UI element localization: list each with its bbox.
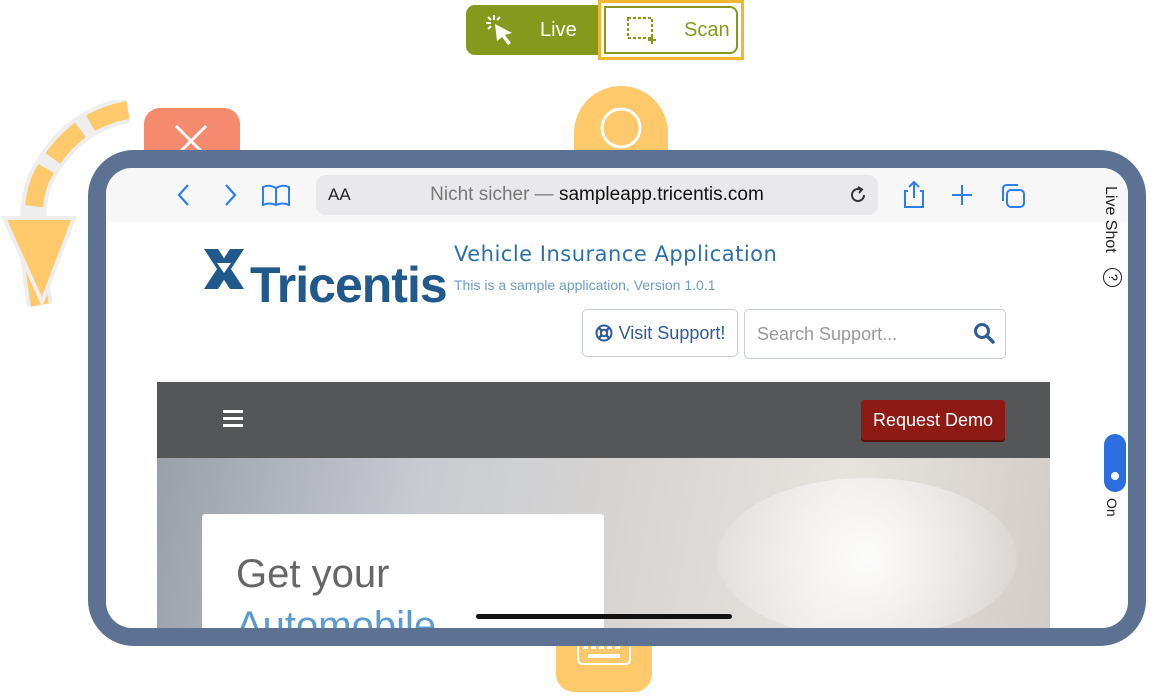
hero-heading-line1: Get your: [236, 552, 390, 596]
site-navbar: Request Demo: [157, 382, 1050, 458]
share-icon[interactable]: [902, 179, 926, 209]
live-mode-label: Live: [540, 18, 577, 41]
live-cursor-icon: [486, 15, 512, 45]
toggle-knob: [1111, 472, 1119, 480]
search-icon[interactable]: [973, 322, 995, 344]
scan-mode-label: Scan: [684, 18, 730, 41]
url-display: Nicht sicher — sampleapp.tricentis.com: [316, 184, 878, 206]
search-placeholder: Search Support...: [757, 324, 898, 344]
scan-mode-button[interactable]: Scan: [598, 0, 744, 60]
support-search-input[interactable]: Search Support...: [744, 309, 1006, 359]
bookmarks-icon[interactable]: [261, 183, 291, 207]
live-shot-label: Live Shot ?: [1100, 186, 1126, 290]
device-screen[interactable]: AA Nicht sicher — sampleapp.tricentis.co…: [106, 168, 1128, 628]
reload-icon[interactable]: [848, 185, 868, 205]
new-tab-icon[interactable]: [951, 184, 973, 206]
tabs-icon[interactable]: [999, 182, 1027, 210]
url-host: sampleapp.tricentis.com: [558, 184, 764, 205]
lifebuoy-icon: [595, 324, 613, 342]
page-title: Vehicle Insurance Application: [454, 242, 778, 266]
visit-support-button[interactable]: Visit Support!: [582, 309, 738, 357]
browser-toolbar: AA Nicht sicher — sampleapp.tricentis.co…: [106, 168, 1128, 222]
hero-card: Get your Automobile: [202, 514, 604, 628]
live-mode-button[interactable]: Live: [466, 5, 600, 55]
tricentis-logo-icon: [204, 249, 244, 289]
home-indicator[interactable]: [476, 614, 732, 619]
forward-icon[interactable]: [222, 183, 238, 207]
hero-heading-line2: Automobile: [236, 604, 437, 628]
help-icon[interactable]: ?: [1103, 268, 1122, 287]
visit-support-label: Visit Support!: [618, 322, 726, 343]
back-icon[interactable]: [176, 183, 192, 207]
address-bar[interactable]: AA Nicht sicher — sampleapp.tricentis.co…: [316, 175, 878, 215]
toggle-state-label: On: [1104, 498, 1120, 517]
live-shot-text: Live Shot: [1102, 186, 1119, 253]
brand-name: Tricentis: [250, 257, 448, 313]
url-security-label: Nicht sicher —: [430, 184, 559, 205]
live-shot-toggle[interactable]: [1104, 434, 1126, 492]
menu-icon[interactable]: [223, 410, 243, 428]
request-demo-button[interactable]: Request Demo: [861, 400, 1005, 440]
scan-region-icon: [627, 17, 656, 44]
page-subtitle: This is a sample application, Version 1.…: [454, 277, 716, 293]
hero-banner: Get your Automobile: [157, 458, 1050, 628]
